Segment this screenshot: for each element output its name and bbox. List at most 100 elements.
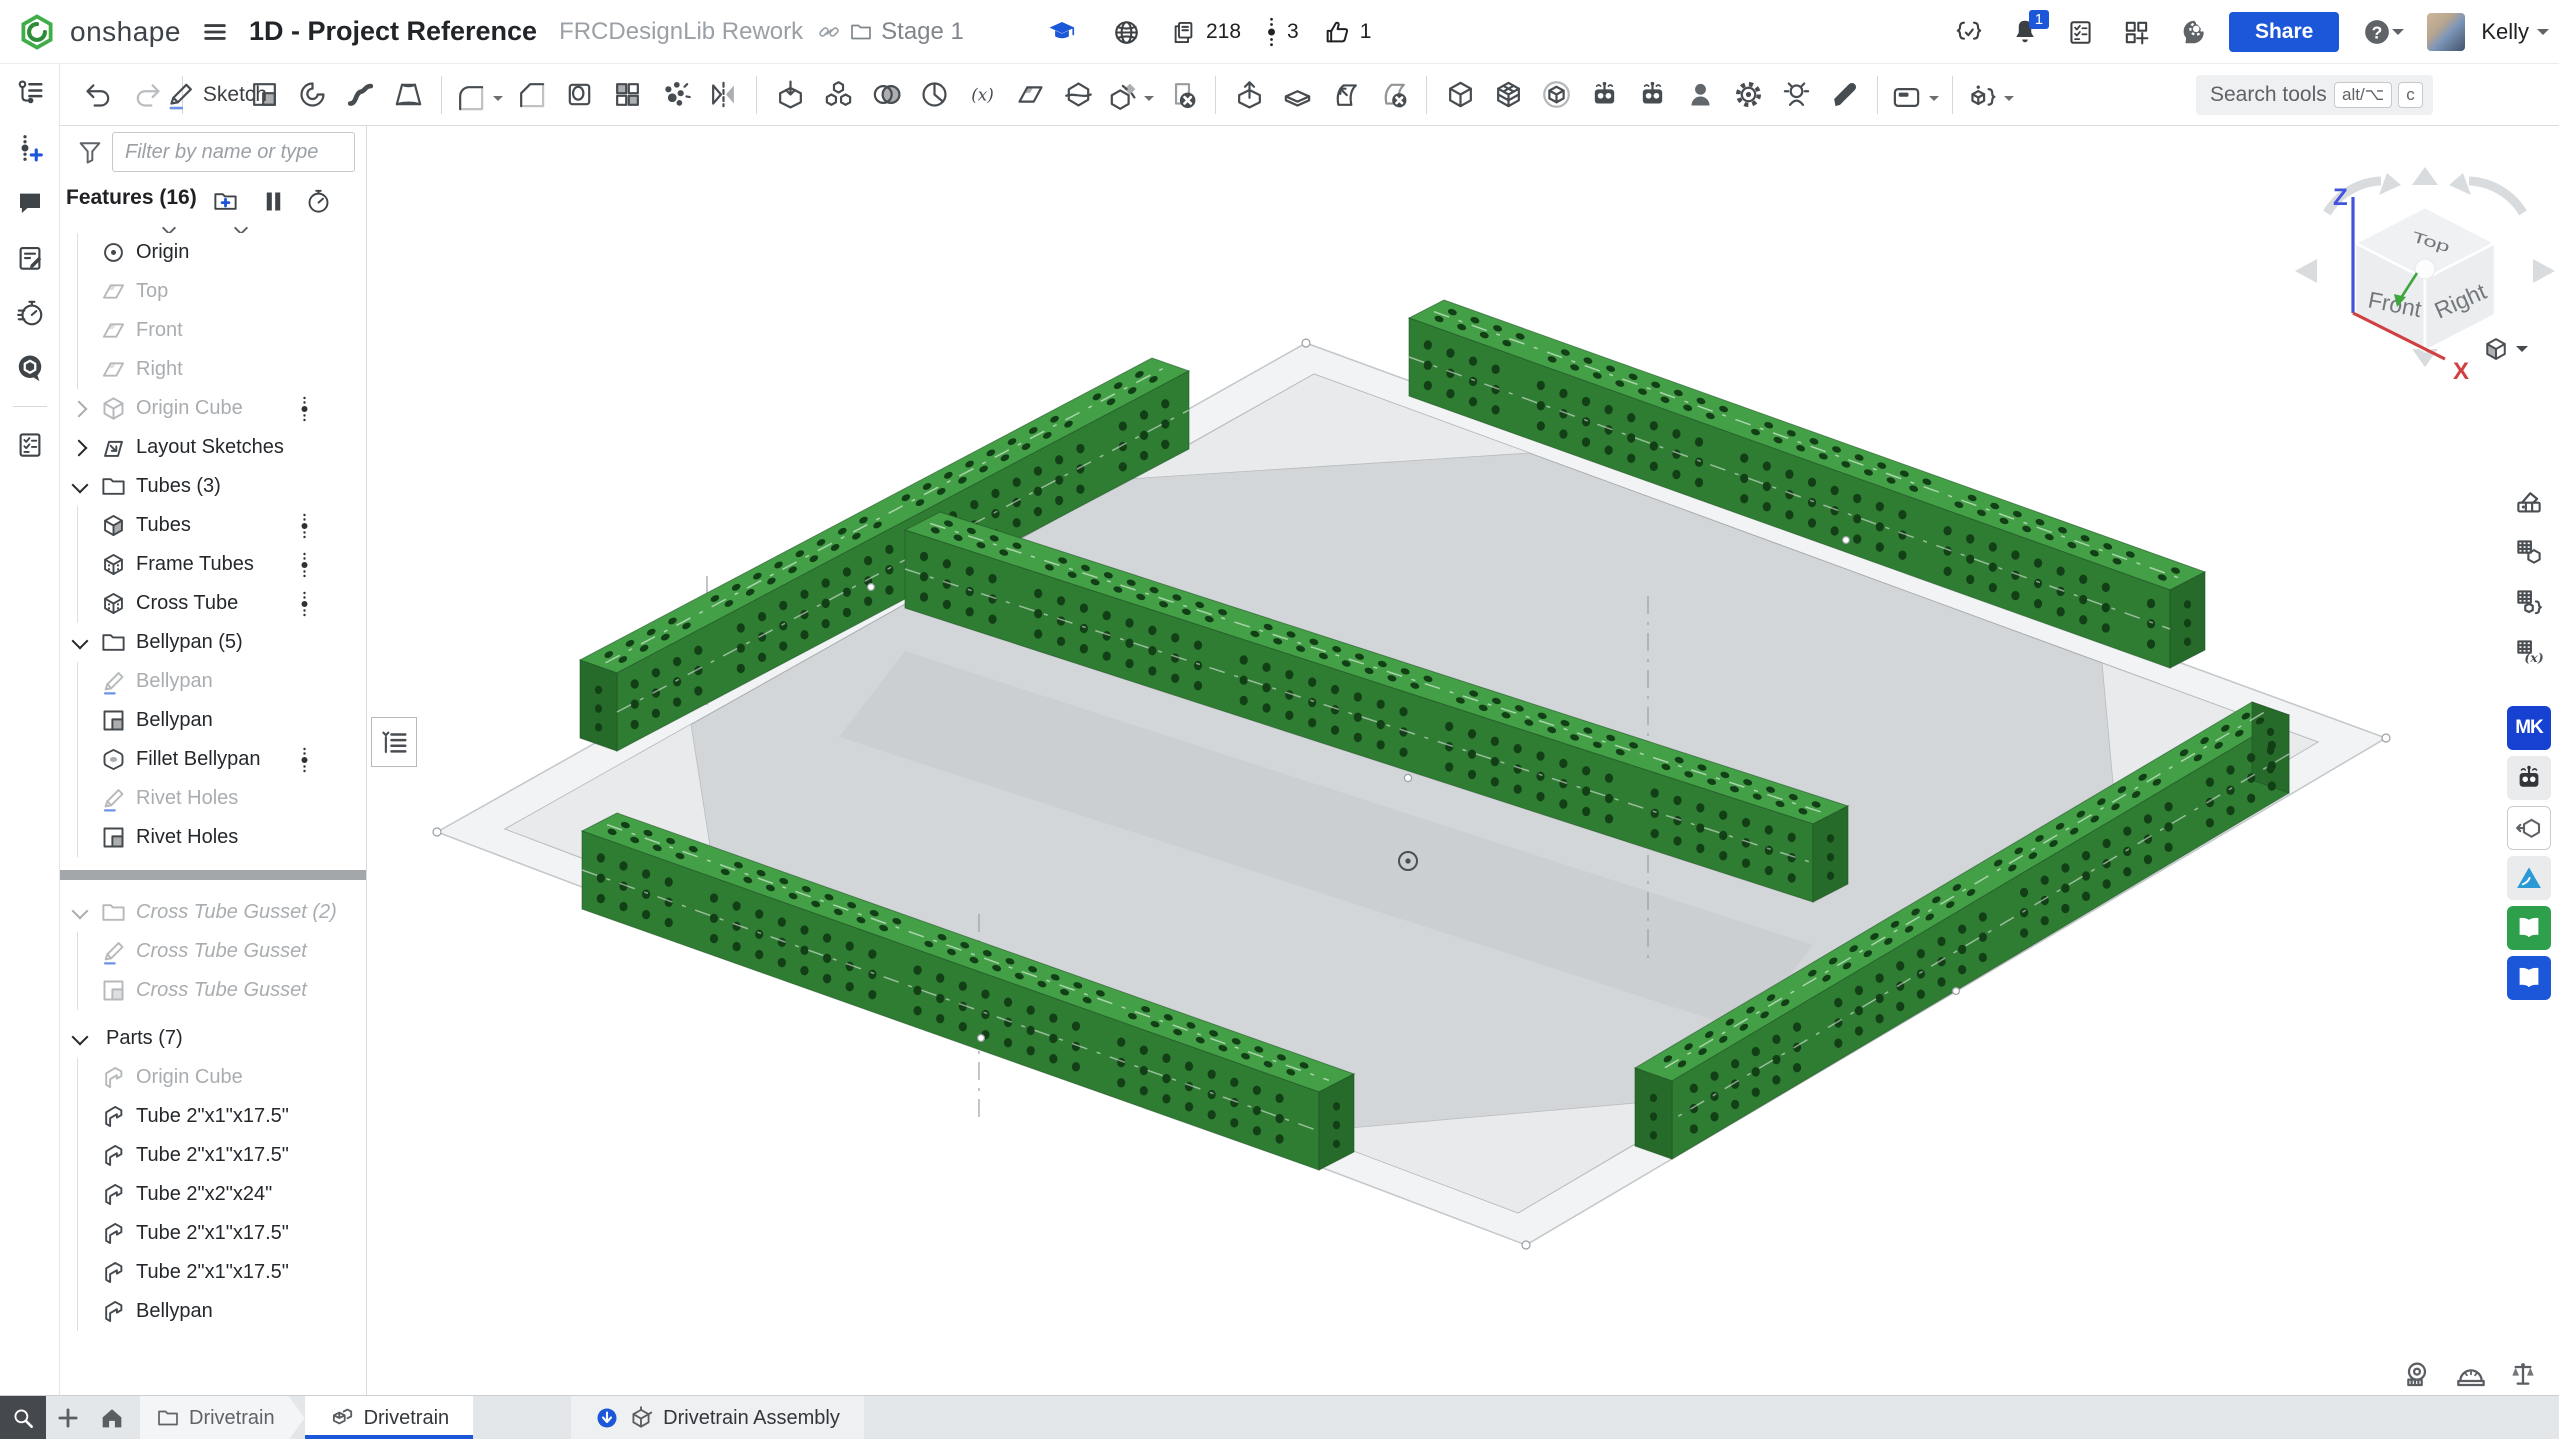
robot-app-button[interactable] (2507, 756, 2551, 800)
rollback-bar[interactable] (60, 870, 366, 880)
share-button[interactable]: Share (2229, 12, 2339, 52)
chevron-icon[interactable] (68, 319, 92, 343)
feature-row[interactable]: Tube 2"x1"x17.5" (60, 1214, 366, 1253)
chevron-icon[interactable] (68, 592, 92, 616)
feature-row[interactable]: Cross Tube Gusset (60, 971, 366, 1010)
chevron-icon[interactable] (68, 436, 92, 460)
feature-row[interactable]: Frame Tubes (60, 545, 366, 584)
user-menu[interactable]: Kelly (2481, 19, 2549, 45)
folder-name[interactable]: Stage 1 (881, 18, 964, 46)
chevron-icon[interactable] (68, 358, 92, 382)
undo-button[interactable] (74, 71, 122, 119)
fillet-button[interactable] (451, 74, 507, 122)
featurescript-code-button[interactable] (1949, 12, 1989, 52)
configurations-button[interactable] (2507, 530, 2551, 574)
chevron-icon[interactable] (68, 1222, 92, 1246)
feature-row[interactable]: Origin Cube (60, 389, 366, 428)
rollback-handle-button[interactable] (371, 717, 417, 767)
chevron-icon[interactable] (68, 1183, 92, 1207)
insert-version-button[interactable] (9, 127, 51, 169)
feature-row[interactable]: Bellypan (60, 662, 366, 701)
comments-button[interactable] (9, 182, 51, 224)
rotate-north-arrow[interactable] (2412, 167, 2438, 185)
notifications-button[interactable]: 1 (2005, 12, 2045, 52)
sketch-button[interactable]: Sketch (192, 71, 240, 119)
configuration-variables-button[interactable] (2507, 630, 2551, 674)
chevron-icon[interactable] (68, 940, 92, 964)
copies-stat[interactable]: 218 (1170, 19, 1241, 46)
overflow-dots-icon[interactable] (300, 747, 309, 773)
boolean-button[interactable] (862, 71, 910, 119)
feature-row[interactable]: Cross Tube Gusset (2) (60, 893, 366, 932)
overflow-dots-icon[interactable] (300, 591, 309, 617)
chevron-icon[interactable] (68, 514, 92, 538)
tasks-list-button[interactable] (2061, 12, 2101, 52)
helix-button[interactable] (910, 71, 958, 119)
filter-input[interactable] (112, 132, 355, 172)
robot-feature-button[interactable] (1580, 71, 1628, 119)
likes-stat[interactable]: 1 (1323, 18, 1372, 46)
custom-tube-feature-button[interactable] (1484, 71, 1532, 119)
feature-row[interactable]: Top (60, 272, 366, 311)
robot-feature-2-button[interactable] (1628, 71, 1676, 119)
tool-search[interactable]: alt/⌥ c (2196, 75, 2433, 115)
feature-row[interactable]: Cross Tube Gusset (60, 932, 366, 971)
docs-blue-app-button[interactable] (2507, 956, 2551, 1000)
feature-row[interactable]: Bellypan (5) (60, 623, 366, 662)
feature-row[interactable]: Front (60, 311, 366, 350)
chevron-icon[interactable] (68, 826, 92, 850)
move-face-button[interactable] (1321, 71, 1369, 119)
rotate-east-arrow[interactable] (2533, 259, 2555, 283)
featurescript-button[interactable] (1962, 74, 2018, 122)
export-app-button[interactable] (2507, 806, 2551, 850)
mass-properties-button[interactable] (2502, 1354, 2544, 1396)
apps-button[interactable] (2117, 12, 2157, 52)
chevron-icon[interactable] (68, 901, 92, 925)
mate-connector-button[interactable] (1772, 71, 1820, 119)
rotate-right-arrow[interactable] (2469, 181, 2523, 213)
named-views-button[interactable] (1887, 74, 1943, 122)
feature-row[interactable]: Rivet Holes (60, 779, 366, 818)
chevron-icon[interactable] (68, 748, 92, 772)
rotate-west-arrow[interactable] (2295, 259, 2317, 283)
chevron-icon[interactable] (68, 475, 92, 499)
composite-part-button[interactable] (814, 71, 862, 119)
chevron-icon[interactable] (68, 1027, 92, 1051)
sweep-button[interactable] (336, 71, 384, 119)
regeneration-time-button[interactable] (305, 184, 339, 218)
feature-row[interactable]: Origin (60, 233, 366, 272)
chevron-icon[interactable] (68, 397, 92, 421)
user-avatar[interactable] (2427, 13, 2465, 51)
chamfer-button[interactable] (507, 71, 555, 119)
chevron-icon[interactable] (68, 1261, 92, 1285)
feature-row[interactable]: Fillet Bellypan (60, 740, 366, 779)
flatten-button[interactable] (1273, 71, 1321, 119)
feature-list-panel-button[interactable] (9, 72, 51, 114)
model-canvas[interactable]: Top Front Right Z X (367, 126, 2559, 1395)
feature-row[interactable]: Origin Cube (60, 1058, 366, 1097)
feature-row[interactable]: Rivet Holes (60, 818, 366, 857)
enclose-button[interactable] (1225, 71, 1273, 119)
mkcad-app-button[interactable]: MK (2507, 706, 2551, 750)
angle-measure-button[interactable] (2450, 1354, 2492, 1396)
feature-row[interactable]: Cross Tube (60, 584, 366, 623)
feature-row[interactable]: Bellypan (60, 701, 366, 740)
delete-part-button[interactable] (1158, 71, 1206, 119)
tab-drivetrain[interactable]: Drivetrain (305, 1396, 474, 1439)
custom-cube-feature-button[interactable] (1436, 71, 1484, 119)
settings-feature-button[interactable] (1724, 71, 1772, 119)
tab-drivetrain-assembly[interactable]: Drivetrain Assembly (571, 1396, 864, 1439)
chevron-icon[interactable] (68, 631, 92, 655)
learning-center-button[interactable] (9, 347, 51, 389)
ai-assistant-button[interactable] (2173, 12, 2213, 52)
configuration-features-button[interactable] (2507, 580, 2551, 624)
feature-row[interactable]: Tube 2"x1"x17.5" (60, 1097, 366, 1136)
overflow-dots-icon[interactable] (300, 552, 309, 578)
custom-gusset-feature-button[interactable] (1532, 71, 1580, 119)
split-button[interactable] (1054, 71, 1102, 119)
feature-row[interactable]: Right (60, 350, 366, 389)
chevron-icon[interactable] (68, 709, 92, 733)
shell-button[interactable] (555, 71, 603, 119)
loft-button[interactable] (384, 71, 432, 119)
document-location[interactable]: Stage 1 (817, 18, 964, 46)
